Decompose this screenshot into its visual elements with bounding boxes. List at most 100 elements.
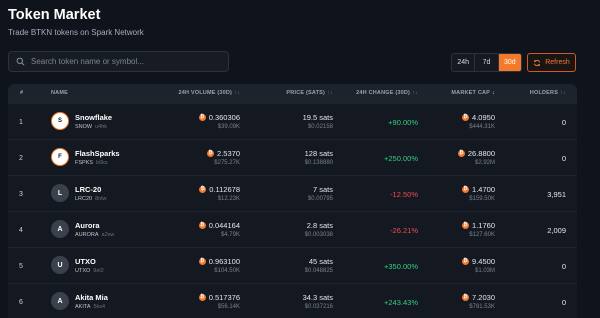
volume-value: 0.360306 (208, 113, 240, 122)
price-sats: 2.8 sats (306, 221, 333, 230)
token-id: 9el2 (93, 268, 104, 274)
volume-value: 0.044164 (208, 221, 240, 230)
column-header-market-cap[interactable]: MARKET CAP ↓ (451, 90, 495, 96)
token-avatar: A (51, 220, 69, 238)
table-row[interactable]: 1 S Snowflake SNOW u4hk ₿ 0.360306 $39.09K… (8, 103, 577, 139)
token-symbol: SNOW u4hk (75, 124, 107, 130)
bitcoin-icon: ₿ (462, 186, 470, 193)
market-cap-value: 4.0950 (472, 113, 495, 122)
volume-usd: $56.14K (217, 304, 240, 310)
table-row[interactable]: 3 L LRC-20 LRC20 8nlw ₿ 0.112678 $12.23K 7… (8, 175, 577, 211)
volume-usd: $275.27K (214, 160, 240, 166)
price-sats: 128 sats (304, 149, 333, 158)
column-header-volume[interactable]: 24H VOLUME (30D) ↑↓ (178, 90, 240, 96)
row-index: 5 (19, 263, 23, 270)
change-value: +90.00% (388, 118, 418, 127)
row-index: 2 (19, 155, 23, 162)
holders-count: 0 (561, 298, 566, 307)
change-value: -26.21% (390, 226, 418, 235)
column-header-price[interactable]: PRICE (SATS) ↑↓ (286, 90, 333, 96)
token-name: LRC-20 (75, 185, 102, 194)
column-header-volume-label: 24H VOLUME (30D) (178, 90, 233, 96)
table-row[interactable]: 4 A Aurora AURORA a2sw ₿ 0.044164 $4.79K 2… (8, 211, 577, 247)
change-value: +250.00% (384, 154, 418, 163)
refresh-button[interactable]: Refresh (527, 53, 576, 72)
holders-count: 2,009 (547, 226, 566, 235)
timeframe-30d-button[interactable]: 30d (497, 54, 521, 71)
bitcoin-icon: ₿ (207, 150, 215, 157)
market-cap-value: 7.2030 (472, 293, 495, 302)
market-cap-btc: ₿ 1.4700 (462, 185, 495, 194)
column-header-holders[interactable]: HOLDERS ↑↓ (530, 90, 566, 96)
bitcoin-icon: ₿ (462, 222, 470, 229)
token-avatar: A (51, 292, 69, 310)
market-cap-value: 26.8800 (467, 149, 495, 158)
market-cap-btc: ₿ 4.0950 (462, 113, 495, 122)
market-cap-btc: ₿ 7.2030 (462, 293, 495, 302)
table-row[interactable]: 5 U UTXO UTXO 9el2 ₿ 0.963100 $104.50K 45 … (8, 247, 577, 283)
row-index: 3 (19, 191, 23, 198)
price-usd: $0.00795 (307, 196, 333, 202)
volume-value: 0.112678 (209, 185, 240, 194)
price-usd: $0.048825 (304, 268, 333, 274)
table-header: # NAME 24H VOLUME (30D) ↑↓ PRICE (SATS) ↑↓… (8, 84, 577, 103)
token-id: a2sw (101, 232, 115, 238)
market-cap-value: 9.4500 (472, 257, 495, 266)
timeframe-24h-button[interactable]: 24h (452, 54, 474, 71)
column-header-price-label: PRICE (SATS) (286, 90, 326, 96)
market-cap-value: 1.4700 (472, 185, 495, 194)
search-input[interactable] (31, 57, 221, 66)
token-symbol: LRC20 8nlw (75, 196, 106, 202)
row-index: 1 (19, 119, 23, 126)
timeframe-toggle: 24h 7d 30d (451, 53, 522, 72)
volume-btc: ₿ 0.963100 (198, 257, 240, 266)
volume-usd: $4.79K (220, 232, 240, 238)
price-usd: $0.003038 (304, 232, 333, 238)
market-cap-btc: ₿ 1.1760 (462, 221, 495, 230)
volume-btc: ₿ 2.5370 (207, 149, 240, 158)
volume-btc: ₿ 0.517376 (198, 293, 240, 302)
token-symbol-label: AKITA (75, 304, 91, 310)
volume-value: 0.517376 (208, 293, 240, 302)
column-header-holders-label: HOLDERS (529, 90, 559, 96)
token-symbol: FSPKS b6ks (75, 160, 108, 166)
column-header-change[interactable]: 24H CHANGE (30D) ↑↓ (356, 90, 418, 96)
search-icon (16, 57, 25, 66)
search-box[interactable] (8, 51, 229, 72)
bitcoin-icon: ₿ (462, 114, 470, 121)
price-usd: $0.02158 (307, 124, 333, 130)
market-cap-usd: $159.50K (469, 196, 495, 202)
token-name: Snowflake (75, 113, 113, 122)
change-value: -12.50% (390, 190, 418, 199)
token-symbol-label: UTXO (75, 268, 91, 274)
timeframe-7d-button[interactable]: 7d (474, 54, 497, 71)
table-row[interactable]: 6 A Akita Mia AKITA 5ks4 ₿ 0.517376 $56.14… (8, 283, 577, 318)
sort-icon: ↑↓ (234, 90, 240, 96)
token-symbol: AURORA a2sw (75, 232, 114, 238)
token-name: UTXO (75, 257, 96, 266)
bitcoin-icon: ₿ (199, 186, 207, 193)
token-symbol-label: AURORA (75, 232, 99, 238)
price-usd: $0.037216 (304, 304, 333, 310)
bitcoin-icon: ₿ (198, 258, 206, 265)
volume-usd: $39.09K (217, 124, 240, 130)
volume-usd: $104.50K (214, 268, 240, 274)
market-cap-value: 1.1760 (472, 221, 495, 230)
bitcoin-icon: ₿ (462, 294, 470, 301)
row-index: 4 (19, 227, 23, 234)
change-value: +243.43% (384, 298, 418, 307)
bitcoin-icon: ₿ (198, 222, 206, 229)
market-cap-usd: $781.53K (469, 304, 495, 310)
table-row[interactable]: 2 F FlashSparks FSPKS b6ks ₿ 2.5370 $275.2… (8, 139, 577, 175)
bitcoin-icon: ₿ (198, 114, 206, 121)
token-name: FlashSparks (75, 149, 120, 158)
sort-icon: ↑↓ (412, 90, 418, 96)
market-cap-usd: $1.03M (474, 268, 495, 274)
column-header-name[interactable]: NAME (51, 90, 68, 96)
column-header-market-cap-label: MARKET CAP (451, 90, 491, 96)
token-id: b6ks (96, 160, 108, 166)
change-value: +350.00% (384, 262, 418, 271)
token-symbol-label: SNOW (75, 124, 93, 130)
volume-usd: $12.23K (217, 196, 240, 202)
token-name: Akita Mia (75, 293, 108, 302)
